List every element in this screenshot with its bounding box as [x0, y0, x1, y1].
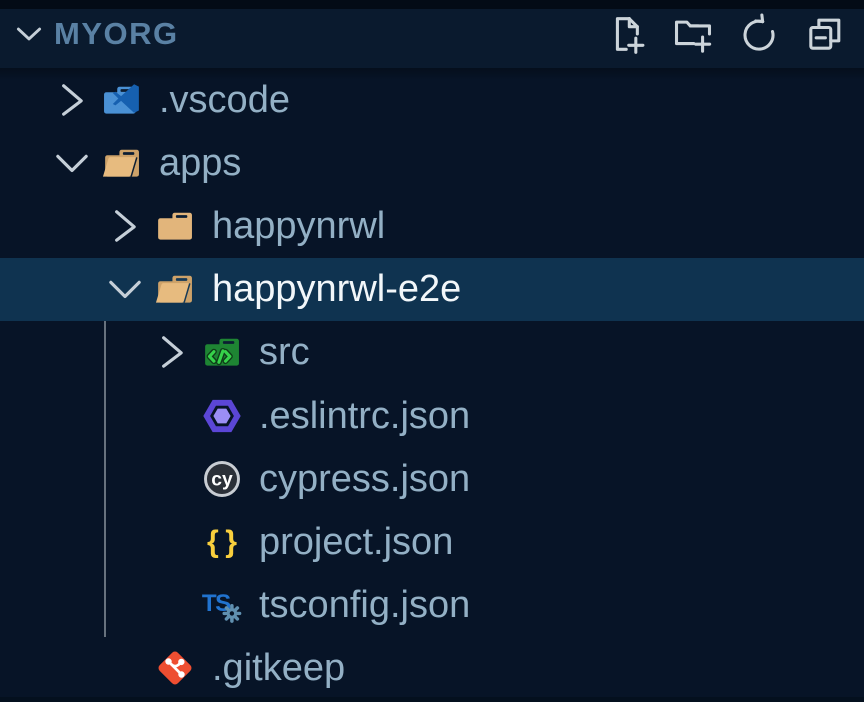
indent-guide	[104, 321, 106, 637]
twisty-spacer	[152, 581, 200, 629]
tree-item-label: src	[259, 333, 310, 371]
chevron-right-icon[interactable]	[52, 76, 100, 124]
tree-item-happynrwl-e2e[interactable]: happynrwl-e2e	[0, 258, 864, 321]
tree-item-label: apps	[159, 144, 241, 182]
top-edge	[0, 0, 864, 9]
new-folder-icon	[670, 11, 716, 57]
tree-item-label: .eslintrc.json	[259, 397, 470, 435]
tree-item-tsconfig-json[interactable]: TS tsconfig.json	[0, 574, 864, 637]
vscode-folder-icon	[100, 78, 144, 122]
cypress-icon: cy	[200, 457, 244, 501]
tree-item-label: happynrwl-e2e	[212, 270, 461, 308]
bottom-edge	[0, 697, 864, 702]
chevron-down-icon[interactable]	[52, 139, 100, 187]
section-title: MYORG	[54, 16, 179, 52]
svg-text:}: }	[225, 525, 237, 558]
twisty-spacer	[152, 455, 200, 503]
tree-item-project-json[interactable]: { } project.json	[0, 510, 864, 573]
chevron-down-icon	[12, 17, 46, 51]
git-icon	[153, 646, 197, 690]
eslint-icon	[200, 394, 244, 438]
new-folder-button[interactable]	[668, 9, 718, 59]
explorer-panel: MYORG	[0, 0, 864, 702]
new-file-button[interactable]	[602, 9, 652, 59]
chevron-down-icon[interactable]	[105, 265, 153, 313]
collapse-all-button[interactable]	[800, 9, 850, 59]
explorer-section-header[interactable]: MYORG	[0, 0, 864, 68]
tree-item-cypress-json[interactable]: cy cypress.json	[0, 447, 864, 510]
file-tree: .vscode apps	[0, 68, 864, 702]
twisty-spacer	[152, 392, 200, 440]
tree-item-label: .gitkeep	[212, 649, 345, 687]
tree-item-vscode[interactable]: .vscode	[0, 68, 864, 131]
tree-item-happynrwl[interactable]: happynrwl	[0, 194, 864, 257]
typescript-icon: TS	[200, 583, 244, 627]
tree-item-label: .vscode	[159, 81, 290, 119]
svg-text:cy: cy	[211, 469, 233, 490]
tree-item-src[interactable]: src	[0, 321, 864, 384]
header-actions	[602, 9, 850, 59]
tree-item-apps[interactable]: apps	[0, 131, 864, 194]
tree-item-label: cypress.json	[259, 460, 470, 498]
new-file-icon	[604, 11, 650, 57]
src-folder-icon	[200, 330, 244, 374]
tree-item-label: happynrwl	[212, 207, 385, 245]
chevron-right-icon[interactable]	[152, 328, 200, 376]
refresh-icon	[736, 11, 782, 57]
twisty-spacer	[105, 644, 153, 692]
tree-item-label: tsconfig.json	[259, 586, 470, 624]
open-folder-icon	[100, 141, 144, 185]
collapse-all-icon	[802, 11, 848, 57]
json-braces-icon: { }	[200, 520, 244, 564]
open-folder-icon	[153, 267, 197, 311]
refresh-button[interactable]	[734, 9, 784, 59]
tree-item-gitkeep[interactable]: .gitkeep	[0, 637, 864, 700]
svg-text:{: {	[207, 525, 219, 558]
chevron-right-icon[interactable]	[105, 202, 153, 250]
folder-icon	[153, 204, 197, 248]
twisty-spacer	[152, 518, 200, 566]
tree-item-label: project.json	[259, 523, 453, 561]
tree-item-eslintrc-json[interactable]: .eslintrc.json	[0, 384, 864, 447]
